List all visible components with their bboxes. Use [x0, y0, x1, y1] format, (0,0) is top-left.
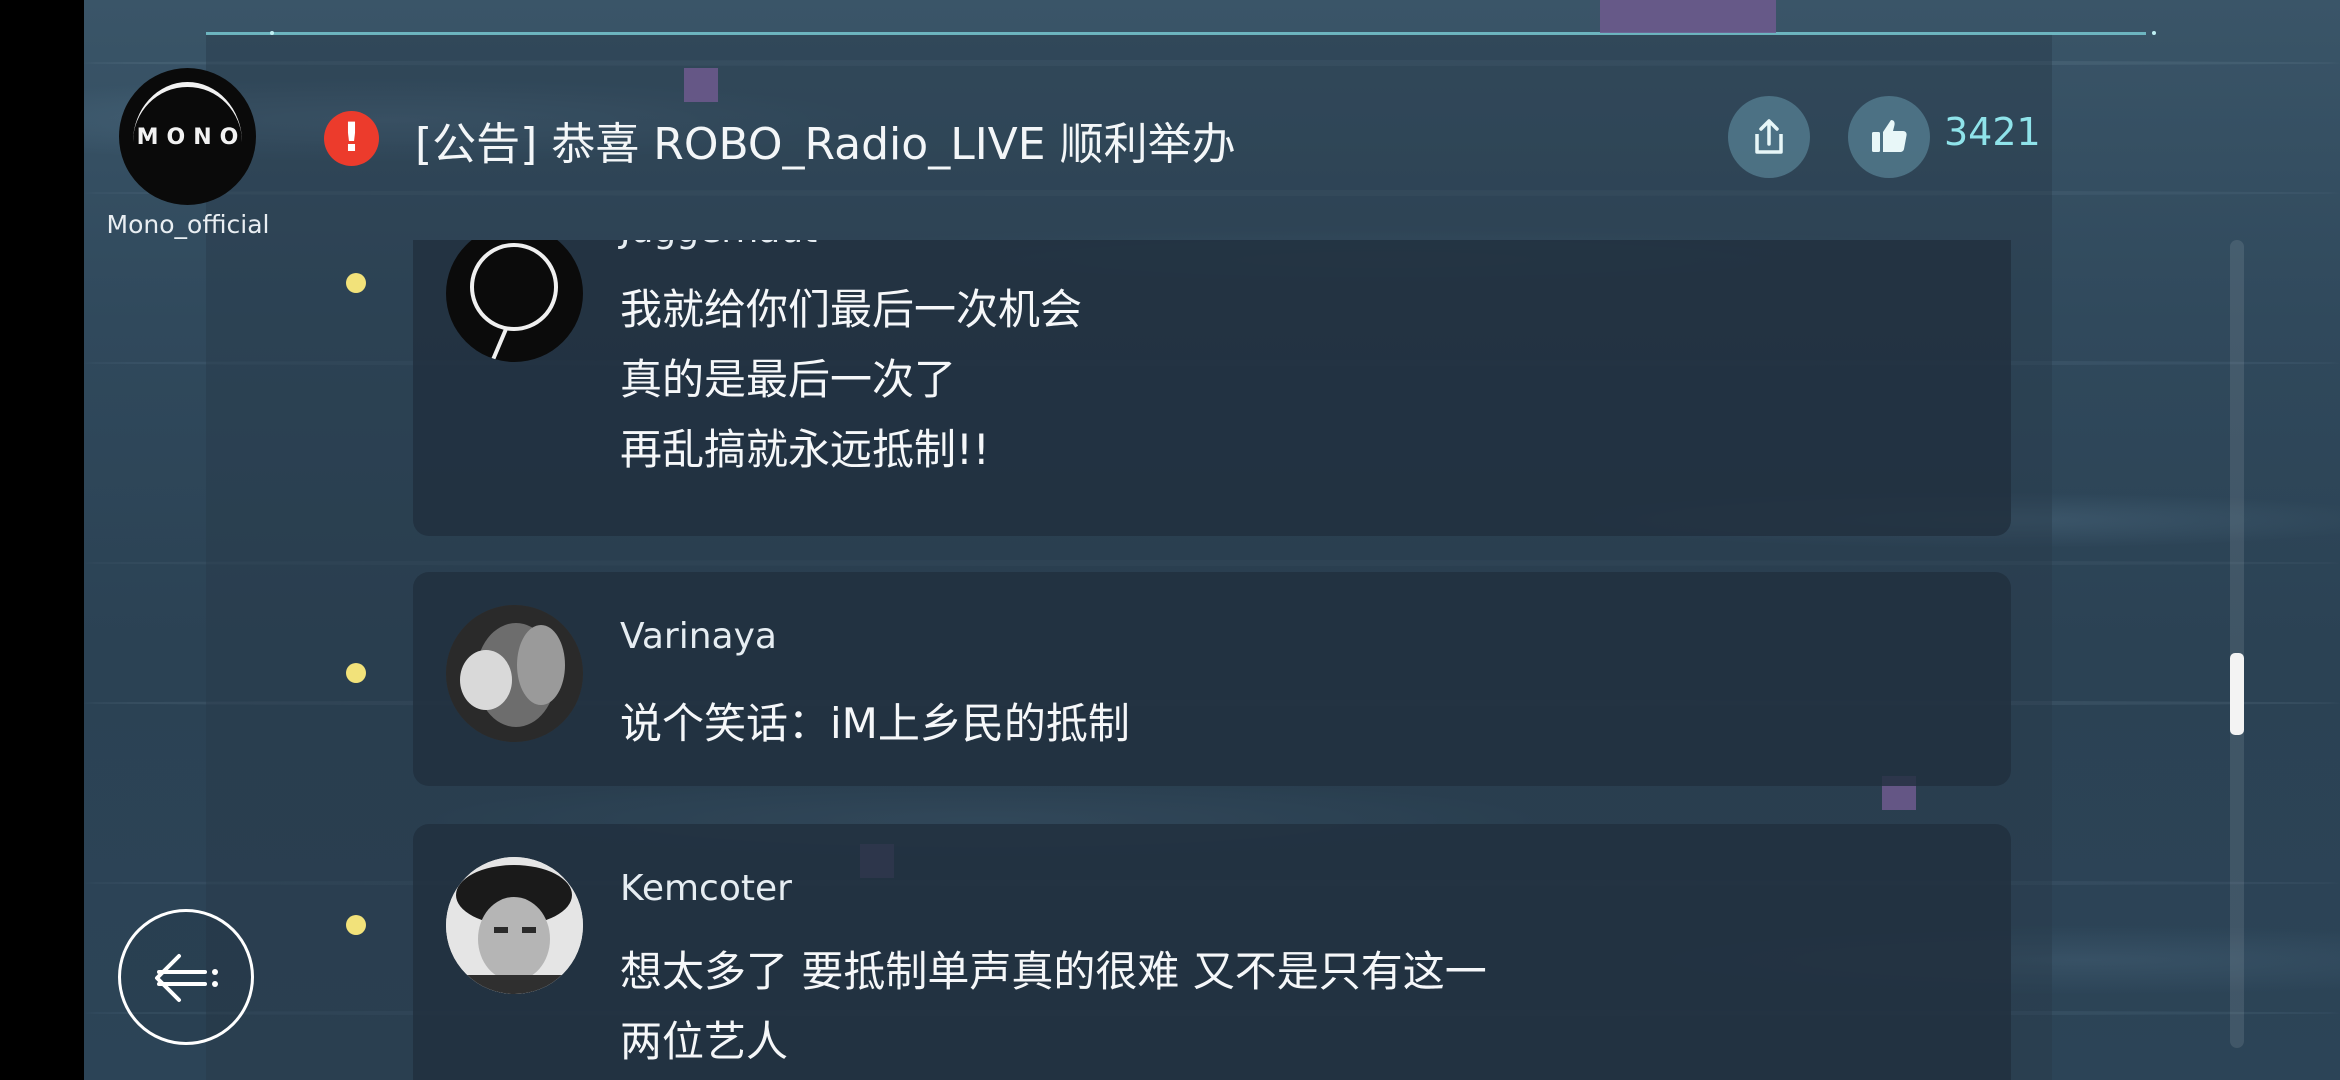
comment-card: Kemcoter 想太多了 要抵制单声真的很难 又不是只有这一 两位艺人 — [413, 824, 2011, 1080]
glitch-block — [684, 68, 718, 102]
post-title: [公告] 恭喜 ROBO_Radio_LIVE 顺利举办 — [415, 119, 1236, 170]
bullet-dot — [346, 915, 366, 935]
comment-username[interactable]: Varinaya — [620, 616, 777, 657]
comment-username[interactable]: Kemcoter — [620, 868, 792, 909]
divider-dot — [2152, 31, 2156, 35]
share-button[interactable] — [1728, 96, 1810, 178]
comment-card: Juggernaut 我就给你们最后一次机会 真的是最后一次了 再乱搞就永远抵制… — [413, 240, 2011, 536]
comment-line: 说个笑话：iM上乡民的抵制 — [620, 699, 1130, 748]
avatar-image — [446, 857, 583, 994]
share-icon — [1755, 119, 1783, 154]
channel-logo[interactable]: MONO — [119, 68, 256, 205]
bullet-dot — [346, 273, 366, 293]
thumbs-up-icon — [1872, 120, 1907, 152]
comment-line: 两位艺人 — [620, 1017, 789, 1066]
avatar[interactable] — [446, 240, 583, 362]
comment-line: 我就给你们最后一次机会 — [620, 285, 1083, 334]
channel-name[interactable]: Mono_official — [90, 210, 286, 239]
avatar-image — [446, 605, 583, 742]
scrollbar[interactable] — [2230, 240, 2244, 1048]
like-button[interactable] — [1848, 96, 1930, 178]
bullet-dot — [346, 663, 366, 683]
comment-line: 再乱搞就永远抵制!! — [620, 425, 990, 474]
avatar[interactable] — [446, 605, 583, 742]
alert-icon: ! — [324, 111, 379, 166]
glitch-block — [1600, 0, 1776, 33]
comment-card: Varinaya 说个笑话：iM上乡民的抵制 — [413, 572, 2011, 786]
scrollbar-thumb[interactable] — [2230, 653, 2244, 735]
comment-username[interactable]: Juggernaut — [620, 240, 817, 251]
avatar-image — [470, 243, 558, 362]
divider-dot — [270, 31, 274, 35]
comment-feed[interactable]: Juggernaut 我就给你们最后一次机会 真的是最后一次了 再乱搞就永远抵制… — [0, 240, 2340, 1080]
top-divider — [206, 32, 2146, 35]
comment-line: 想太多了 要抵制单声真的很难 又不是只有这一 — [620, 947, 1487, 996]
avatar[interactable] — [446, 857, 583, 994]
comment-line: 真的是最后一次了 — [620, 355, 957, 404]
like-count: 3421 — [1944, 110, 2041, 154]
logo-text: MONO — [136, 125, 247, 150]
